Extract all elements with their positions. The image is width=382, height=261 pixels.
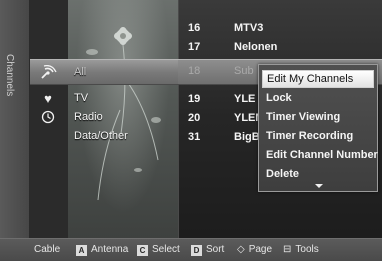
side-tab: Channels xyxy=(0,0,30,238)
page-button[interactable]: ◇ Page xyxy=(237,244,272,255)
channel-number: 31 xyxy=(188,131,201,143)
channel-number: 19 xyxy=(188,93,201,105)
menu-item-lock[interactable]: Lock xyxy=(262,89,374,107)
select-label: Select xyxy=(152,244,180,255)
a-key-icon: A xyxy=(76,245,87,256)
channel-number: 17 xyxy=(188,41,201,53)
sort-button[interactable]: D Sort xyxy=(191,244,224,256)
tools-button[interactable]: ⊟ Tools xyxy=(283,244,319,255)
tools-icon: ⊟ xyxy=(283,244,292,255)
category-label: All xyxy=(74,66,87,78)
channel-name: MTV3 xyxy=(234,22,264,34)
channel-name: Sub xyxy=(234,65,254,77)
channel-number: 20 xyxy=(188,112,201,124)
side-tab-label: Channels xyxy=(4,54,15,97)
tools-menu: Edit My Channels Lock Timer Viewing Time… xyxy=(258,64,378,192)
menu-item-edit-my-channels[interactable]: Edit My Channels xyxy=(262,70,374,88)
category-data-other[interactable]: Data/Other xyxy=(30,124,178,150)
select-button[interactable]: C Select xyxy=(137,244,180,256)
cable-label[interactable]: Cable xyxy=(34,244,60,255)
category-label: Radio xyxy=(74,111,103,123)
menu-item-timer-viewing[interactable]: Timer Viewing xyxy=(262,108,374,126)
tools-label: Tools xyxy=(295,244,319,255)
c-key-icon: C xyxy=(137,245,148,256)
bottom-help-bar: Cable A Antenna C Select D Sort ◇ Page ⊟ Tool… xyxy=(0,238,382,261)
menu-item-timer-recording[interactable]: Timer Recording xyxy=(262,127,374,145)
channel-number: 16 xyxy=(188,22,201,34)
category-label: TV xyxy=(74,92,89,104)
menu-item-delete[interactable]: Delete xyxy=(262,165,374,183)
menu-item-edit-channel-number[interactable]: Edit Channel Number xyxy=(262,146,378,164)
antenna-button[interactable]: A Antenna xyxy=(76,244,128,256)
category-all[interactable]: All xyxy=(30,59,178,85)
sort-label: Sort xyxy=(206,244,225,255)
antenna-label: Antenna xyxy=(91,244,129,255)
d-key-icon: D xyxy=(191,245,202,256)
channel-name: Nelonen xyxy=(234,41,278,53)
channel-list-screen: Channels All ♥ TV Radio Data/Other 16 MT… xyxy=(0,0,382,261)
scroll-down-icon[interactable] xyxy=(315,184,323,188)
category-label: Data/Other xyxy=(74,130,128,142)
page-label: Page xyxy=(248,244,273,255)
channel-row[interactable]: 17 Nelonen xyxy=(178,38,382,58)
antenna-icon xyxy=(38,64,58,81)
channel-number: 18 xyxy=(188,65,201,77)
channel-row[interactable]: 16 MTV3 xyxy=(178,19,382,39)
page-diamond-icon: ◇ xyxy=(237,244,245,255)
